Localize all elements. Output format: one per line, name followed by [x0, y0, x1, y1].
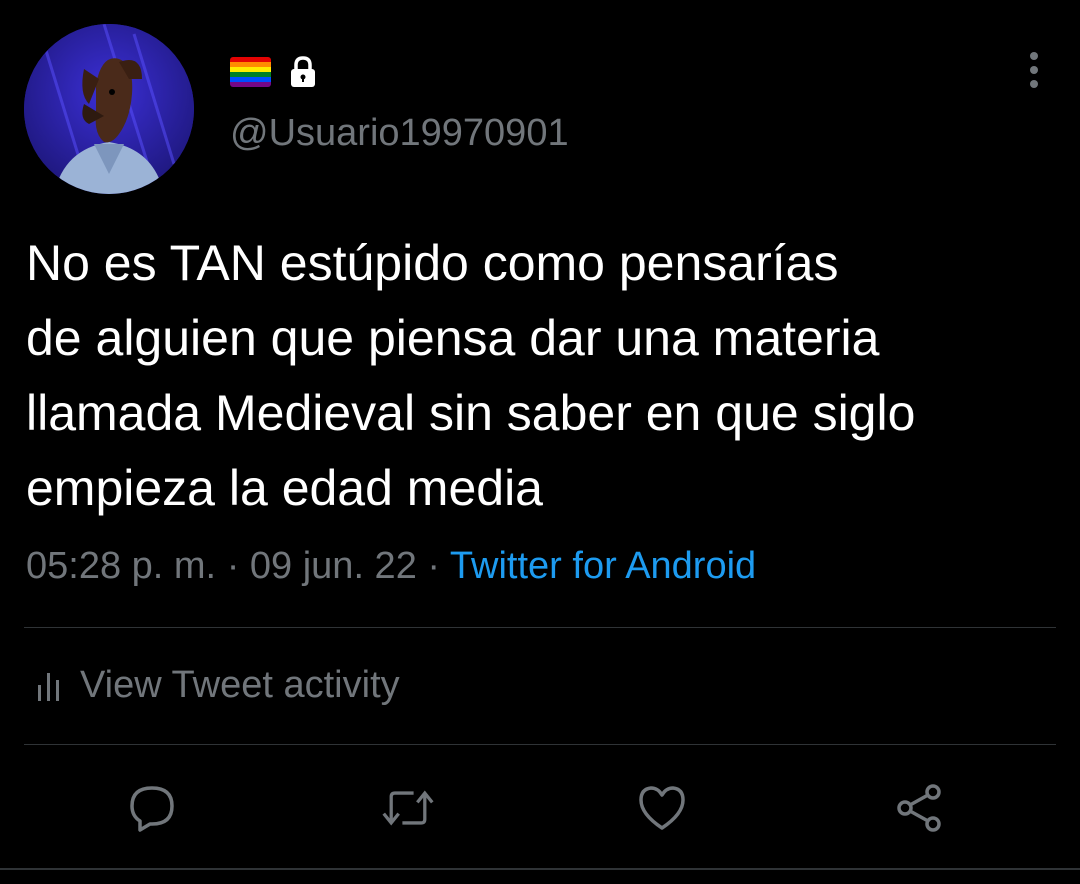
divider — [0, 868, 1080, 870]
avatar[interactable] — [24, 24, 194, 194]
share-button[interactable] — [892, 780, 948, 836]
tweet-text-line: de alguien que piensa dar una materia — [26, 310, 880, 366]
tweet-text-line: llamada Medieval sin saber en que siglo — [26, 385, 916, 441]
bar-chart-icon — [38, 672, 59, 701]
meta-separator: · — [427, 545, 441, 587]
tweet-date: 09 jun. 22 — [249, 545, 417, 587]
tweet-text-line: No es TAN estúpido como pensarías — [26, 235, 839, 291]
display-name-row[interactable] — [230, 54, 321, 90]
divider — [24, 744, 1056, 745]
tweet-meta: 05:28 p. m. · 09 jun. 22 · Twitter for A… — [26, 545, 756, 588]
like-button[interactable] — [634, 780, 690, 836]
retweet-button[interactable] — [380, 780, 436, 836]
tweet-source-link[interactable]: Twitter for Android — [450, 545, 756, 587]
activity-label: View Tweet activity — [80, 664, 400, 706]
view-tweet-activity-button[interactable]: View Tweet activity — [36, 664, 400, 707]
reply-icon — [130, 786, 174, 832]
tweet-time: 05:28 p. m. — [26, 545, 217, 587]
divider — [24, 627, 1056, 628]
more-vertical-icon[interactable] — [1014, 50, 1054, 90]
user-handle[interactable]: @Usuario19970901 — [230, 112, 569, 155]
rainbow-flag-icon — [230, 57, 271, 87]
heart-icon — [639, 786, 685, 830]
meta-separator: · — [226, 545, 240, 587]
tweet-text-line: empieza la edad media — [26, 460, 543, 516]
share-icon — [897, 784, 941, 832]
tweet-actions — [0, 770, 1080, 850]
retweet-icon — [382, 790, 434, 826]
tweet-text: No es TAN estúpido como pensarías de alg… — [26, 226, 1060, 526]
lock-icon — [291, 56, 315, 87]
reply-button[interactable] — [124, 780, 180, 836]
